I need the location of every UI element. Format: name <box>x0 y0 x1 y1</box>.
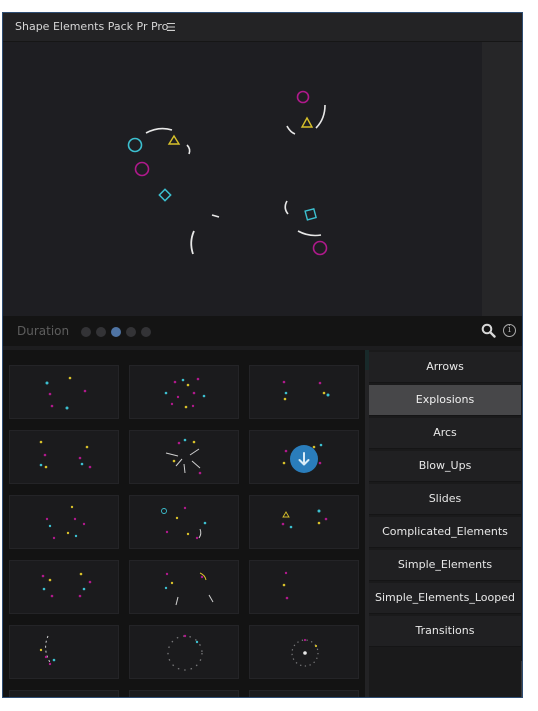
thumbnail-item[interactable] <box>129 690 239 697</box>
thumbnail-item[interactable] <box>9 365 119 419</box>
preview-cyan-diamond <box>158 188 172 202</box>
duration-step-4[interactable] <box>126 327 136 337</box>
preview-magenta-circle <box>296 90 310 104</box>
thumbnail-item[interactable] <box>9 560 119 614</box>
thumbnail-preview <box>167 634 203 671</box>
download-button[interactable] <box>290 445 318 473</box>
preview-magenta-circle <box>134 161 150 177</box>
duration-label: Duration <box>17 324 70 338</box>
category-slides[interactable]: Slides <box>369 484 521 515</box>
category-scrollbar[interactable] <box>521 661 522 697</box>
preview-yellow-triangle <box>300 116 314 128</box>
thumbnail-item[interactable] <box>129 430 239 484</box>
panel-titlebar: Shape Elements Pack Pr Pro ☰ <box>3 13 522 42</box>
download-arrow-icon <box>298 452 310 466</box>
duration-step-3[interactable] <box>111 327 121 337</box>
category-arcs[interactable]: Arcs <box>369 418 521 449</box>
menu-icon[interactable]: ☰ <box>166 21 176 34</box>
duration-step-5[interactable] <box>141 327 151 337</box>
thumbnail-preview <box>164 572 214 606</box>
duration-step-1[interactable] <box>81 327 91 337</box>
thumbnail-item[interactable] <box>249 495 359 549</box>
preview-arc <box>211 214 220 218</box>
thumbnail-preview <box>165 438 202 475</box>
thumbnail-preview <box>41 572 92 598</box>
panel-title: Shape Elements Pack Pr Pro <box>15 20 169 33</box>
preview-arc <box>297 230 322 237</box>
thumbnail-item[interactable] <box>9 430 119 484</box>
duration-step-2[interactable] <box>96 327 106 337</box>
thumbnail-preview <box>45 376 87 410</box>
preview-animation <box>127 90 328 256</box>
thumbnail-item[interactable] <box>249 560 359 614</box>
thumbnail-preview <box>39 440 92 469</box>
preview-magenta-circle <box>312 240 328 256</box>
thumbnail-preview <box>45 505 86 540</box>
thumbnail-item[interactable] <box>9 690 119 697</box>
thumbnail-item[interactable] <box>9 625 119 679</box>
preview-arc <box>190 230 195 255</box>
thumbnail-item[interactable] <box>249 430 359 484</box>
preview-cyan-circle <box>127 137 143 153</box>
thumbnail-preview <box>161 506 207 540</box>
shape-elements-panel: Shape Elements Pack Pr Pro ☰ Duration i … <box>2 12 523 698</box>
category-simple-elements-looped[interactable]: Simple_Elements_Looped <box>369 583 521 614</box>
category-arrows[interactable]: Arrows <box>369 352 521 383</box>
preview-yellow-triangle <box>167 134 181 145</box>
thumbnail-item[interactable] <box>129 560 239 614</box>
preview-area <box>3 42 482 316</box>
category-complicated-elements[interactable]: Complicated_Elements <box>369 517 521 548</box>
category-blow-ups[interactable]: Blow_Ups <box>369 451 521 482</box>
thumbnail-item[interactable] <box>129 495 239 549</box>
thumbnail-item[interactable] <box>249 365 359 419</box>
search-icon[interactable] <box>481 323 496 338</box>
thumbnail-preview <box>39 635 56 666</box>
info-icon[interactable]: i <box>503 324 516 337</box>
duration-bar: Duration i <box>3 316 522 346</box>
thumbnail-grid <box>3 350 365 697</box>
category-simple-elements[interactable]: Simple_Elements <box>369 550 521 581</box>
preview-arc <box>284 200 289 215</box>
preview-arc <box>315 104 326 129</box>
thumbnail-preview <box>291 638 319 667</box>
category-explosions[interactable]: Explosions <box>369 385 521 416</box>
preview-cyan-square <box>304 207 317 221</box>
preview-arc <box>145 127 173 134</box>
category-transitions[interactable]: Transitions <box>369 616 521 647</box>
category-list: Arrows Explosions Arcs Blow_Ups Slides C… <box>369 350 522 697</box>
thumbnail-preview <box>281 509 328 529</box>
preview-arc <box>186 144 191 155</box>
thumbnail-item[interactable] <box>249 625 359 679</box>
thumbnail-item[interactable] <box>129 365 239 419</box>
thumbnail-item[interactable] <box>129 625 239 679</box>
thumbnail-preview <box>164 377 206 409</box>
thumbnail-item[interactable] <box>9 495 119 549</box>
thumbnail-preview <box>282 571 289 600</box>
preview-arc <box>286 125 296 135</box>
thumbnail-preview <box>282 380 330 401</box>
thumbnail-item[interactable] <box>249 690 359 697</box>
preview-side-panel <box>482 42 522 316</box>
